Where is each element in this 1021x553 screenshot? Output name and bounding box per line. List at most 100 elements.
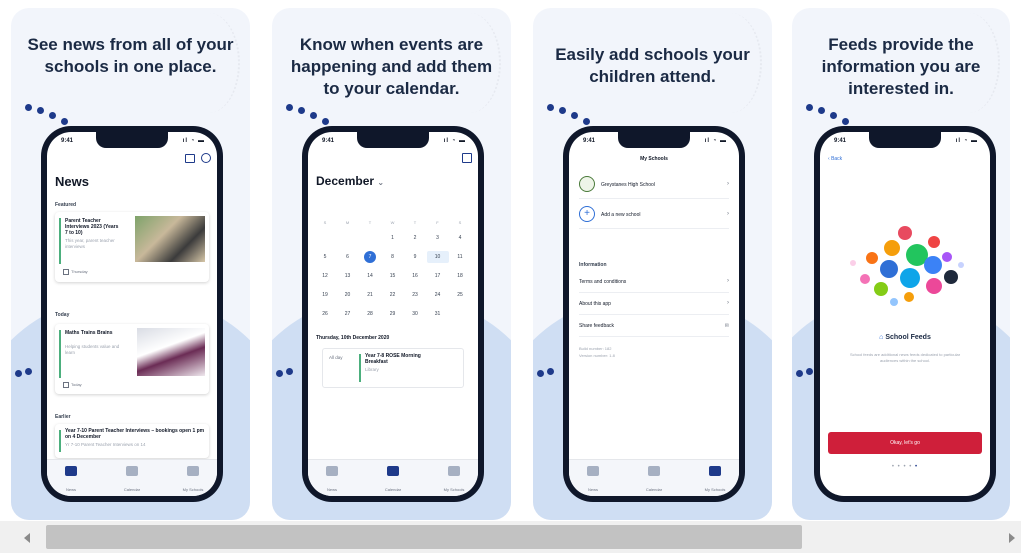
calendar-day[interactable]: 19 <box>314 289 336 301</box>
calendar-day[interactable]: 31 <box>427 308 449 320</box>
calendar-day[interactable]: 8 <box>382 251 404 263</box>
calendar-day[interactable]: 20 <box>337 289 359 301</box>
calendar-day[interactable]: 6 <box>337 251 359 263</box>
chevron-right-icon: › <box>727 300 729 306</box>
calendar-day[interactable]: 25 <box>449 289 471 301</box>
phone-frame: 9:41 ıl ◔ ▬ December ⌄ S M T W T F S 1 2 3 4 5 6 7 8 9 10… <box>302 126 484 502</box>
news-card[interactable]: Maths Trains Brains Helping students val… <box>55 324 209 394</box>
school-row[interactable]: Greystanes High School › <box>579 172 729 199</box>
tab-my-schools[interactable]: My Schools <box>693 466 737 496</box>
tab-bar: News Calendar My Schools <box>308 459 478 496</box>
news-image <box>135 216 205 262</box>
calendar-day[interactable]: 5 <box>314 251 336 263</box>
chevron-right-icon: › <box>727 211 729 217</box>
news-card[interactable]: Parent Teacher Interviews 2023 (Years 7 … <box>55 212 209 282</box>
horizontal-scrollbar[interactable] <box>0 521 1021 553</box>
calendar-day[interactable]: 17 <box>427 270 449 282</box>
calendar-day[interactable]: 12 <box>314 270 336 282</box>
tab-calendar[interactable]: Calendar <box>632 466 676 496</box>
section-today: Today <box>55 312 70 318</box>
section-earlier: Earlier <box>55 414 71 420</box>
page-indicator[interactable]: • • • • • <box>820 464 990 470</box>
scroll-right-arrow-icon[interactable] <box>1009 533 1015 543</box>
phone-screen: 9:41 ıl ◔ ▬ My Schools Greystanes High Sc… <box>569 132 739 496</box>
add-icon: + <box>579 206 595 222</box>
slide-calendar: Know when events are happening and add t… <box>272 8 511 520</box>
slide-headline: Easily add schools your children attend. <box>555 45 750 86</box>
add-school-row[interactable]: + Add a new school › <box>579 202 729 229</box>
calendar-day[interactable]: 26 <box>314 308 336 320</box>
back-label: Back <box>831 156 843 162</box>
settings-icon[interactable] <box>462 153 472 163</box>
phone-screen: 9:41 ıl ◔ ▬ News Featured Parent Teacher … <box>47 132 217 496</box>
calendar-day[interactable]: 29 <box>382 308 404 320</box>
calendar-icon <box>63 382 69 388</box>
slide-feeds: Feeds provide the information you are in… <box>792 8 1010 520</box>
calendar-day[interactable]: 4 <box>449 232 471 244</box>
calendar-day[interactable]: 1 <box>382 232 404 244</box>
school-name: Greystanes High School <box>601 182 655 188</box>
weekday-label: M <box>345 220 350 225</box>
about-row[interactable]: About this app › <box>579 294 729 315</box>
tab-calendar[interactable]: Calendar <box>371 466 415 496</box>
calendar-day[interactable]: 27 <box>337 308 359 320</box>
scrollbar-thumb[interactable] <box>46 525 802 549</box>
event-card[interactable]: All day Year 7-8 ROSE Morning Breakfast … <box>322 348 464 388</box>
calendar-day[interactable]: 18 <box>449 270 471 282</box>
section-information: Information <box>579 262 607 268</box>
settings-icon[interactable] <box>201 153 211 163</box>
news-card[interactable]: Year 7-10 Parent Teacher Interviews – bo… <box>55 424 209 458</box>
calendar-day[interactable]: 13 <box>337 270 359 282</box>
tab-news[interactable]: News <box>49 466 93 496</box>
chevron-right-icon: › <box>727 181 729 187</box>
calendar-day[interactable]: 23 <box>404 289 426 301</box>
okay-button[interactable]: Okay, let's go <box>828 432 982 454</box>
mail-icon: ✉ <box>724 323 729 329</box>
tab-calendar[interactable]: Calendar <box>110 466 154 496</box>
calendar-icon <box>126 466 138 476</box>
month-picker[interactable]: December ⌄ <box>316 174 384 188</box>
calendar-day[interactable]: 14 <box>359 270 381 282</box>
slide-headline: Know when events are happening and add t… <box>290 35 493 98</box>
calendar-day[interactable]: 21 <box>359 289 381 301</box>
news-title: Maths Trains Brains <box>65 330 113 336</box>
tab-my-schools[interactable]: My Schools <box>171 466 215 496</box>
feed-title: ⌂ School Feeds <box>879 334 931 341</box>
calendar-day[interactable]: 3 <box>427 232 449 244</box>
school-icon <box>709 466 721 476</box>
calendar-day[interactable]: 15 <box>382 270 404 282</box>
calendar-day[interactable]: 24 <box>427 289 449 301</box>
calendar-day[interactable]: 16 <box>404 270 426 282</box>
terms-label: Terms and conditions <box>579 279 627 285</box>
news-icon <box>65 466 77 476</box>
calendar-day[interactable]: 7 <box>359 251 381 263</box>
event-time: All day <box>329 355 343 360</box>
add-school-label: Add a new school <box>601 212 641 218</box>
tab-news[interactable]: News <box>310 466 354 496</box>
calendar-icon <box>63 269 69 275</box>
weekday-label: T <box>413 220 417 225</box>
slide-headline: See news from all of your schools in one… <box>27 35 234 76</box>
feedback-row[interactable]: Share feedback ✉ <box>579 316 729 337</box>
calendar-day[interactable]: 11 <box>449 251 471 263</box>
tab-bar: News Calendar My Schools <box>47 459 217 496</box>
back-button[interactable]: ‹ Back <box>828 156 842 162</box>
calendar-day[interactable]: 2 <box>404 232 426 244</box>
news-date: Thursday <box>71 269 88 274</box>
calendar-day[interactable]: 22 <box>382 289 404 301</box>
school-icon[interactable] <box>185 154 195 163</box>
slide-news: See news from all of your schools in one… <box>11 8 250 520</box>
weekday-label: S <box>458 220 462 225</box>
phone-screen: 9:41 ıl ◔ ▬ December ⌄ S M T W T F S 1 2 3 4 5 6 7 8 9 10… <box>308 132 478 496</box>
calendar-day[interactable]: 9 <box>404 251 426 263</box>
tab-news[interactable]: News <box>571 466 615 496</box>
calendar-day[interactable]: 30 <box>404 308 426 320</box>
calendar-day[interactable]: 28 <box>359 308 381 320</box>
news-snippet: Yr 7-10 Parent Teacher Interviews on 14 <box>65 442 146 447</box>
tab-my-schools[interactable]: My Schools <box>432 466 476 496</box>
scroll-left-arrow-icon[interactable] <box>24 533 30 543</box>
terms-row[interactable]: Terms and conditions › <box>579 272 729 293</box>
calendar-day[interactable]: 10 <box>426 251 449 263</box>
school-icon: ⌂ <box>879 334 884 341</box>
phone-frame: 9:41 ıl ◔ ▬ ‹ Back ⌂ School Feeds School… <box>814 126 996 502</box>
